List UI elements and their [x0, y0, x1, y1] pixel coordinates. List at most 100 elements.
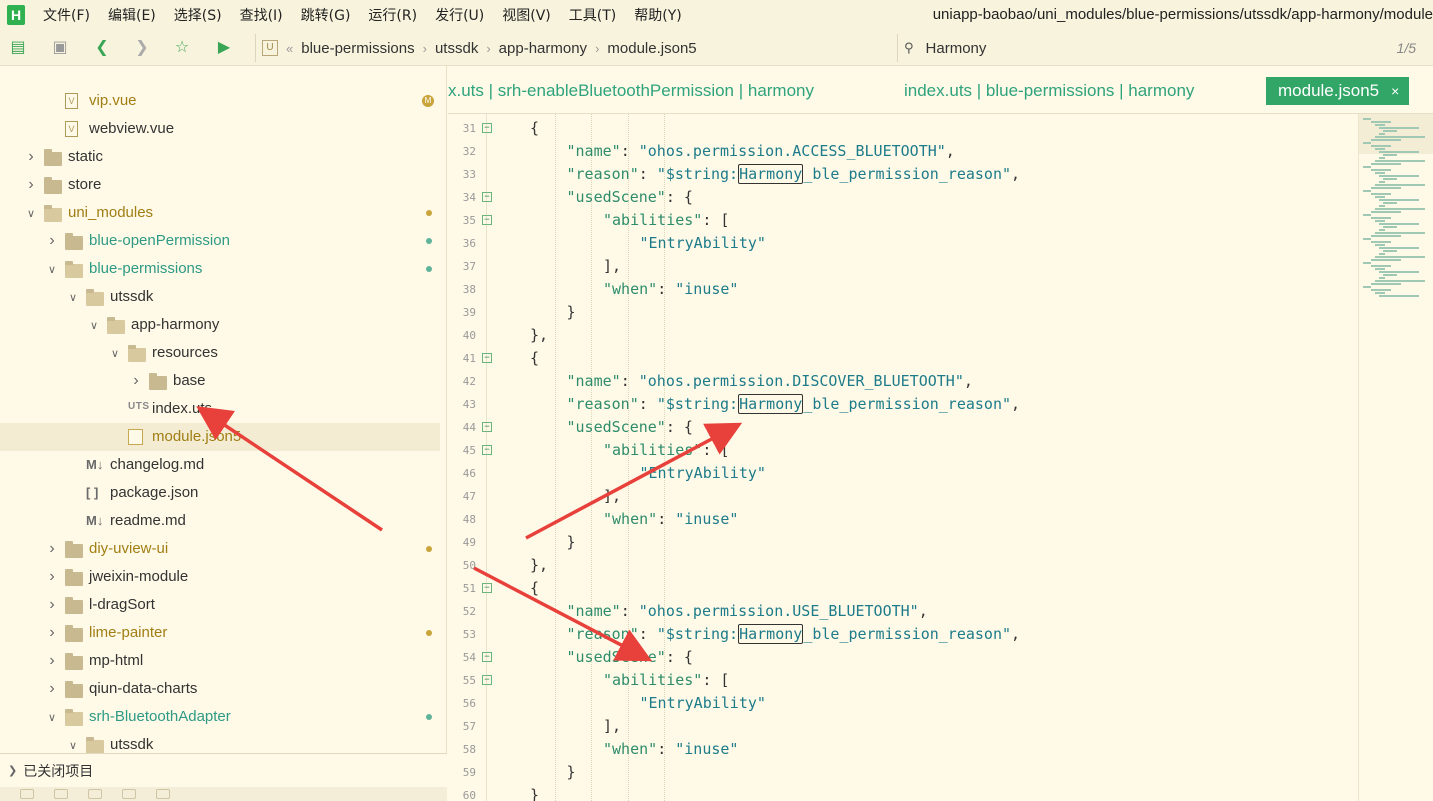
fold-toggle-icon[interactable]: − [482, 123, 492, 133]
menu-find[interactable]: 查找(I) [240, 5, 283, 25]
tree-item[interactable]: ∨ app-harmony [0, 311, 440, 339]
code-line[interactable]: 31− { [448, 117, 1358, 140]
code-line[interactable]: 55− "abilities": [ [448, 669, 1358, 692]
menu-edit[interactable]: 编辑(E) [108, 5, 156, 25]
chevron-right-icon[interactable]: › [46, 232, 58, 250]
code-line[interactable]: 36 "EntryAbility" [448, 232, 1358, 255]
close-icon[interactable]: × [1391, 83, 1399, 99]
fold-toggle-icon[interactable]: − [482, 353, 492, 363]
menu-run[interactable]: 运行(R) [368, 5, 417, 25]
code-line[interactable]: 32 "name": "ohos.permission.ACCESS_BLUETO… [448, 140, 1358, 163]
code-line[interactable]: 60} [448, 784, 1358, 801]
chevron-right-icon[interactable]: › [25, 176, 37, 194]
code-line[interactable]: 39} [448, 301, 1358, 324]
chevron-right-icon[interactable]: › [130, 372, 142, 390]
fold-toggle-icon[interactable]: − [482, 422, 492, 432]
code-line[interactable]: 56 "EntryAbility" [448, 692, 1358, 715]
menu-tools[interactable]: 工具(T) [569, 5, 616, 25]
save-icon[interactable]: ▣ [50, 38, 70, 58]
tree-item[interactable]: › mp-html [0, 647, 440, 675]
folder-icon[interactable] [20, 789, 34, 799]
code-line[interactable]: 51− { [448, 577, 1358, 600]
code-line[interactable]: 53 "reason": "$string:Harmony_ble_permiss… [448, 623, 1358, 646]
fold-toggle-icon[interactable]: − [482, 583, 492, 593]
tree-item[interactable]: › jweixin-module [0, 563, 440, 591]
tree-item[interactable]: › diy-uview-ui [0, 535, 440, 563]
code-line[interactable]: 54− "usedScene": { [448, 646, 1358, 669]
breadcrumb-item[interactable]: app-harmony [499, 40, 587, 57]
fold-toggle-icon[interactable]: − [482, 445, 492, 455]
chevron-down-icon[interactable]: ∨ [46, 263, 58, 276]
bug-icon[interactable] [88, 789, 102, 799]
menu-help[interactable]: 帮助(Y) [634, 5, 681, 25]
tree-item[interactable]: ∨ srh-BluetoothAdapter [0, 703, 440, 731]
tree-item[interactable]: M↓ changelog.md [0, 451, 440, 479]
tab-srh-enable-bluetooth-permission[interactable]: x.uts | srh-enableBluetoothPermission | … [448, 77, 814, 105]
closed-projects-section[interactable]: ❯ 已关闭项目 [0, 753, 447, 787]
tree-item[interactable]: Vwebview.vue [0, 115, 440, 143]
chevron-right-icon[interactable]: › [25, 148, 37, 166]
fold-toggle-icon[interactable]: − [482, 215, 492, 225]
tree-item[interactable]: › static [0, 143, 440, 171]
hbuilderx-logo-icon[interactable]: H [7, 5, 25, 25]
code-line[interactable]: 50}, [448, 554, 1358, 577]
tree-item[interactable]: › qiun-data-charts [0, 675, 440, 703]
code-line[interactable]: 59} [448, 761, 1358, 784]
fold-toggle-icon[interactable]: − [482, 192, 492, 202]
fold-toggle-icon[interactable]: − [482, 652, 492, 662]
code-editor[interactable]: 31−{32 "name": "ohos.permission.ACCESS_BL… [448, 114, 1358, 801]
chevron-down-icon[interactable]: ∨ [67, 739, 79, 752]
back-arrow-icon[interactable]: ❮ [92, 38, 112, 58]
chevron-right-icon[interactable]: › [46, 540, 58, 558]
code-line[interactable]: 42 "name": "ohos.permission.DISCOVER_BLUE… [448, 370, 1358, 393]
tab-index-uts[interactable]: index.uts | blue-permissions | harmony [904, 77, 1194, 105]
code-line[interactable]: 45− "abilities": [ [448, 439, 1358, 462]
code-line[interactable]: 43 "reason": "$string:Harmony_ble_permiss… [448, 393, 1358, 416]
tree-item[interactable]: ∨ utssdk [0, 731, 440, 753]
tree-item[interactable]: › base [0, 367, 440, 395]
code-line[interactable]: 33 "reason": "$string:Harmony_ble_permiss… [448, 163, 1358, 186]
code-line[interactable]: 41− { [448, 347, 1358, 370]
forward-arrow-icon[interactable]: ❯ [132, 38, 152, 58]
search-input[interactable]: ⚲ Harmony 1/5 [897, 34, 1432, 62]
tree-item[interactable]: ∨ resources [0, 339, 440, 367]
chevron-right-icon[interactable]: › [46, 652, 58, 670]
tree-item[interactable]: › blue-openPermission [0, 227, 440, 255]
tree-item[interactable]: UTS index.uts [0, 395, 440, 423]
run-icon[interactable]: ▶ [214, 38, 234, 58]
breadcrumb-item[interactable]: utssdk [435, 40, 478, 57]
tree-item[interactable]: [ ] package.json [0, 479, 440, 507]
menu-view[interactable]: 视图(V) [502, 5, 551, 25]
code-line[interactable]: 57], [448, 715, 1358, 738]
tree-item[interactable]: › l-dragSort [0, 591, 440, 619]
code-line[interactable]: 48 "when": "inuse" [448, 508, 1358, 531]
new-file-icon[interactable]: ▤ [8, 38, 28, 58]
chevron-down-icon[interactable]: ∨ [109, 347, 121, 360]
minimap[interactable] [1358, 114, 1433, 801]
breadcrumb-item[interactable]: module.json5 [607, 40, 696, 57]
tree-item[interactable]: › lime-painter [0, 619, 440, 647]
menu-goto[interactable]: 跳转(G) [301, 5, 351, 25]
refresh-icon[interactable] [122, 789, 136, 799]
breadcrumb-item[interactable]: blue-permissions [301, 40, 414, 57]
code-line[interactable]: 40}, [448, 324, 1358, 347]
chevron-down-icon[interactable]: ∨ [25, 207, 37, 220]
chevron-right-icon[interactable]: › [46, 568, 58, 586]
star-icon[interactable]: ☆ [172, 38, 192, 58]
code-line[interactable]: 58 "when": "inuse" [448, 738, 1358, 761]
fold-toggle-icon[interactable]: − [482, 675, 492, 685]
code-line[interactable]: 37], [448, 255, 1358, 278]
globe-icon[interactable] [156, 789, 170, 799]
chevron-down-icon[interactable]: ∨ [46, 711, 58, 724]
tree-item[interactable]: ∨ uni_modules [0, 199, 440, 227]
code-line[interactable]: 34− "usedScene": { [448, 186, 1358, 209]
code-line[interactable]: 46 "EntryAbility" [448, 462, 1358, 485]
chevron-down-icon[interactable]: ∨ [88, 319, 100, 332]
menu-publish[interactable]: 发行(U) [435, 5, 484, 25]
tree-item[interactable]: ∨ blue-permissions [0, 255, 440, 283]
code-line[interactable]: 44− "usedScene": { [448, 416, 1358, 439]
plugin-icon[interactable] [54, 789, 68, 799]
chevron-right-icon[interactable]: › [46, 680, 58, 698]
menu-select[interactable]: 选择(S) [174, 5, 222, 25]
tree-item[interactable]: ∨ utssdk [0, 283, 440, 311]
